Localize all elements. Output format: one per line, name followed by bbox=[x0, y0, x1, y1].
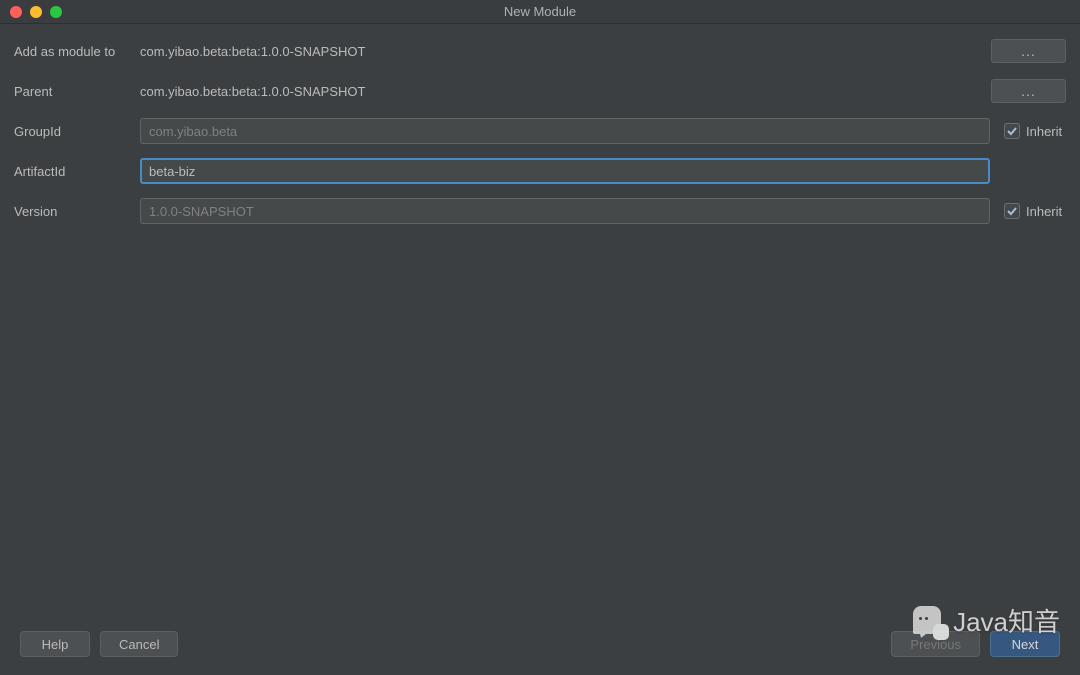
value-add-as-module: com.yibao.beta:beta:1.0.0-SNAPSHOT bbox=[140, 44, 983, 59]
value-parent: com.yibao.beta:beta:1.0.0-SNAPSHOT bbox=[140, 84, 983, 99]
next-button[interactable]: Next bbox=[990, 631, 1060, 657]
row-add-as-module: Add as module to com.yibao.beta:beta:1.0… bbox=[14, 38, 1066, 64]
maximize-window-icon[interactable] bbox=[50, 6, 62, 18]
label-add-as-module: Add as module to bbox=[14, 44, 140, 59]
footer: Help Cancel Previous Next bbox=[0, 627, 1080, 675]
groupid-input[interactable] bbox=[140, 118, 990, 144]
browse-module-button[interactable]: ... bbox=[991, 39, 1066, 63]
close-window-icon[interactable] bbox=[10, 6, 22, 18]
version-inherit-label: Inherit bbox=[1026, 204, 1062, 219]
version-input[interactable] bbox=[140, 198, 990, 224]
groupid-inherit[interactable]: Inherit bbox=[1004, 123, 1066, 139]
label-version: Version bbox=[14, 204, 140, 219]
previous-button[interactable]: Previous bbox=[891, 631, 980, 657]
groupid-inherit-label: Inherit bbox=[1026, 124, 1062, 139]
minimize-window-icon[interactable] bbox=[30, 6, 42, 18]
titlebar: New Module bbox=[0, 0, 1080, 24]
label-groupid: GroupId bbox=[14, 124, 140, 139]
check-icon bbox=[1006, 125, 1018, 137]
help-button[interactable]: Help bbox=[20, 631, 90, 657]
cancel-button[interactable]: Cancel bbox=[100, 631, 178, 657]
version-inherit[interactable]: Inherit bbox=[1004, 203, 1066, 219]
label-artifactid: ArtifactId bbox=[14, 164, 140, 179]
browse-parent-button[interactable]: ... bbox=[991, 79, 1066, 103]
check-icon bbox=[1006, 205, 1018, 217]
row-artifactid: ArtifactId bbox=[14, 158, 1066, 184]
artifactid-input[interactable] bbox=[140, 158, 990, 184]
row-parent: Parent com.yibao.beta:beta:1.0.0-SNAPSHO… bbox=[14, 78, 1066, 104]
window-controls bbox=[0, 6, 62, 18]
groupid-inherit-checkbox[interactable] bbox=[1004, 123, 1020, 139]
window-title: New Module bbox=[0, 4, 1080, 19]
row-groupid: GroupId Inherit bbox=[14, 118, 1066, 144]
label-parent: Parent bbox=[14, 84, 140, 99]
form-content: Add as module to com.yibao.beta:beta:1.0… bbox=[0, 24, 1080, 627]
row-version: Version Inherit bbox=[14, 198, 1066, 224]
version-inherit-checkbox[interactable] bbox=[1004, 203, 1020, 219]
